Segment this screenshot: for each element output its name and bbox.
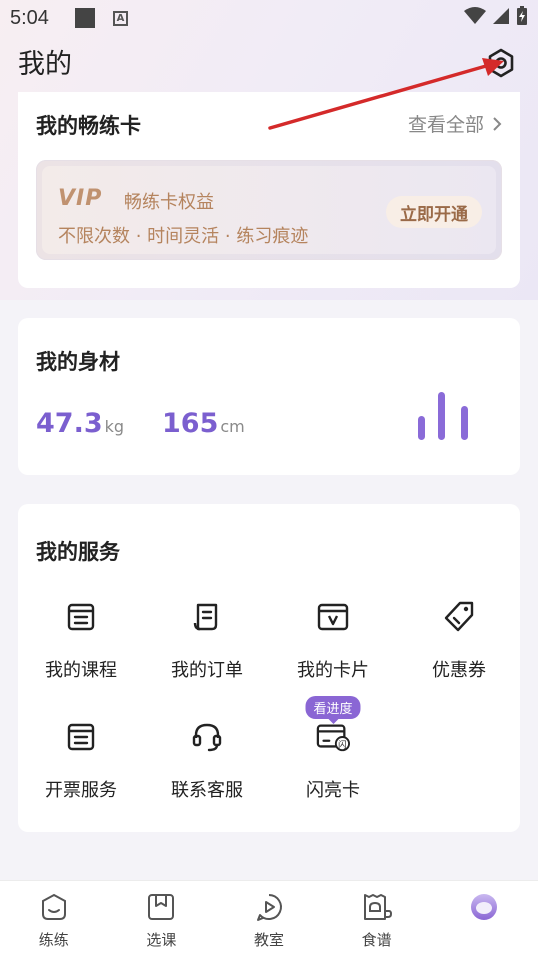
service-my-courses[interactable]: 我的课程	[18, 600, 144, 710]
status-bar: 5:04 A	[0, 0, 538, 36]
profile-avatar-icon	[468, 891, 500, 923]
square-icon	[74, 8, 95, 28]
service-my-cards[interactable]: 我的卡片	[270, 600, 396, 710]
activate-now-button[interactable]: 立即开通	[386, 196, 482, 228]
a-icon: A	[112, 10, 128, 26]
vip-benefit-subtitle: 不限次数 · 时间灵活 · 练习痕迹	[58, 226, 309, 247]
settings-icon	[488, 48, 514, 78]
course-icon	[64, 600, 98, 634]
service-contact-support[interactable]: 联系客服	[144, 720, 270, 830]
height-metric: 165 cm	[162, 408, 245, 439]
service-label: 我的订单	[171, 660, 243, 681]
settings-button[interactable]	[484, 46, 518, 80]
invoice-icon	[64, 720, 98, 754]
weight-metric: 47.3 kg	[36, 408, 124, 439]
service-label: 我的课程	[45, 660, 117, 681]
signal-icon	[493, 8, 509, 24]
choose-course-icon	[145, 891, 177, 923]
nav-tab-profile[interactable]	[430, 881, 538, 956]
recipe-icon	[361, 891, 393, 923]
services-card: 我的服务 我的课程 我的订单 我的卡片 优惠券 开票服务 联系客服 看进度 闪 …	[18, 504, 520, 832]
coupon-icon	[442, 600, 476, 634]
body-info-title: 我的身材	[36, 350, 120, 374]
status-time: 5:04	[10, 6, 49, 29]
bottom-navigation: 练练 选课 教室 食谱	[0, 880, 538, 956]
nav-label: 食谱	[361, 931, 392, 949]
vip-benefit-title: 畅练卡权益	[124, 192, 214, 213]
body-info-card[interactable]: 我的身材 47.3 kg 165 cm	[18, 318, 520, 475]
progress-badge[interactable]: 看进度	[305, 696, 361, 724]
height-value: 165	[162, 408, 219, 439]
classroom-icon	[253, 891, 285, 923]
view-all-link[interactable]: 查看全部	[408, 110, 502, 137]
nav-label: 教室	[253, 931, 284, 949]
nav-label: 练练	[38, 931, 69, 949]
flash-card-icon: 闪	[316, 720, 350, 754]
wifi-icon	[464, 7, 486, 24]
vip-banner[interactable]: VIP 畅练卡权益 不限次数 · 时间灵活 · 练习痕迹 立即开通	[36, 160, 502, 260]
card-icon	[316, 600, 350, 634]
nav-tab-classroom[interactable]: 教室	[215, 881, 323, 956]
chevron-right-icon	[493, 116, 502, 131]
view-all-label: 查看全部	[407, 114, 484, 136]
weight-unit: kg	[104, 417, 125, 436]
services-title: 我的服务	[36, 540, 120, 564]
service-invoice[interactable]: 开票服务	[18, 720, 144, 830]
nav-label: 选课	[146, 931, 177, 949]
battery-charging-icon	[517, 6, 527, 25]
service-label: 开票服务	[45, 780, 117, 801]
service-coupons[interactable]: 优惠券	[396, 600, 522, 710]
bar-chart-icon	[416, 390, 476, 440]
vip-logo: VIP	[58, 186, 103, 211]
service-flash-card[interactable]: 看进度 闪 闪亮卡	[270, 696, 396, 830]
order-icon	[190, 600, 224, 634]
nav-tab-recipe[interactable]: 食谱	[323, 881, 431, 956]
height-unit: cm	[220, 417, 245, 436]
service-label: 联系客服	[171, 780, 243, 801]
weight-value: 47.3	[36, 408, 103, 439]
headset-icon	[190, 720, 224, 754]
nav-tab-choose-course[interactable]: 选课	[108, 881, 216, 956]
svg-text:闪: 闪	[338, 740, 347, 750]
service-label: 优惠券	[432, 660, 486, 681]
service-label: 闪亮卡	[306, 780, 360, 801]
membership-title: 我的畅练卡	[36, 114, 141, 138]
membership-card: 我的畅练卡 查看全部 VIP 畅练卡权益 不限次数 · 时间灵活 · 练习痕迹 …	[18, 92, 520, 288]
practice-icon	[38, 891, 70, 923]
page-title: 我的	[18, 49, 72, 80]
nav-tab-practice[interactable]: 练练	[0, 881, 108, 956]
service-label: 我的卡片	[297, 660, 369, 681]
service-my-orders[interactable]: 我的订单	[144, 600, 270, 710]
